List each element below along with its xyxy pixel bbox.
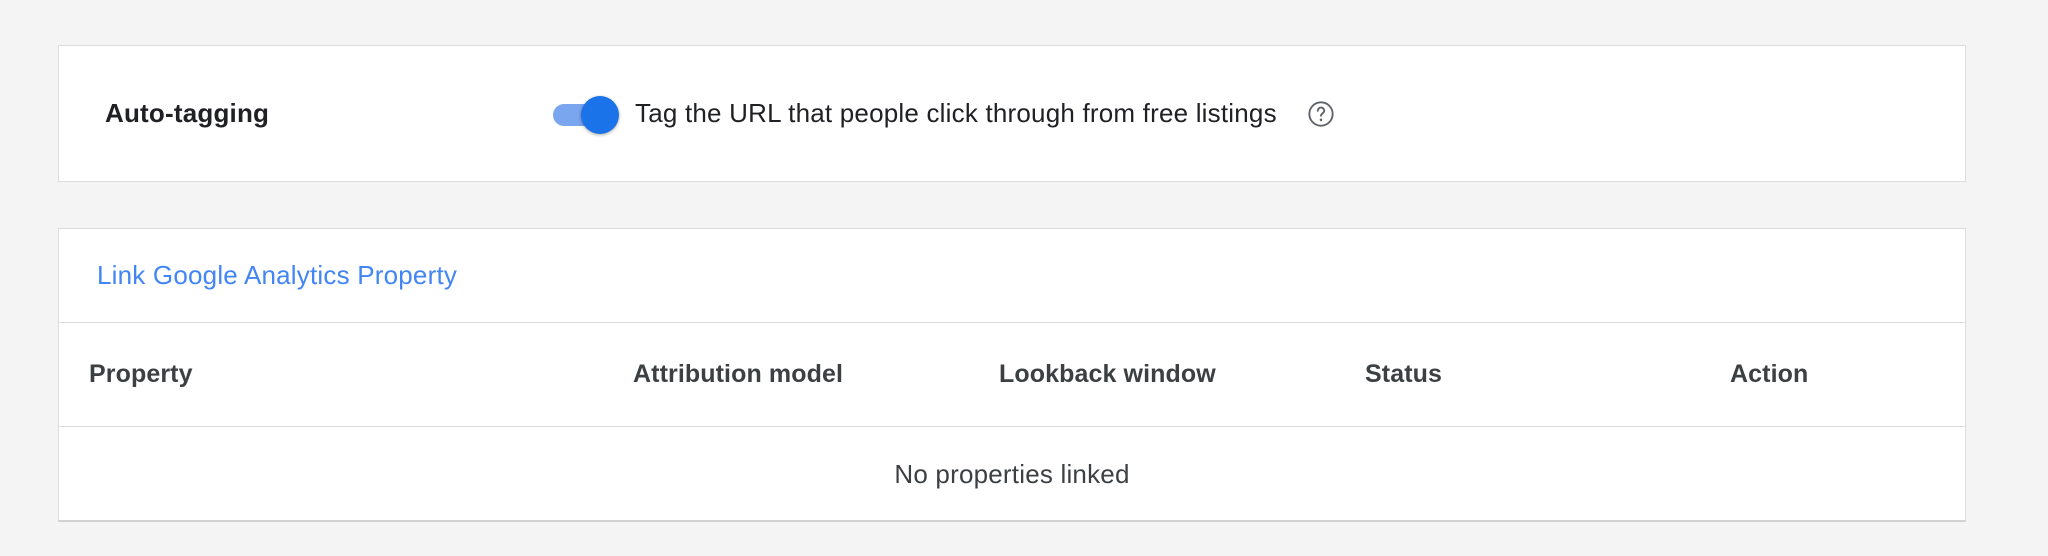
empty-table-message: No properties linked — [894, 458, 1130, 489]
toggle-thumb — [581, 96, 619, 134]
table-header-row: Property Attribution model Lookback wind… — [59, 323, 1965, 427]
analytics-card-header: Link Google Analytics Property — [59, 229, 1965, 323]
column-header-property: Property — [89, 360, 193, 388]
column-header-attribution-model: Attribution model — [633, 360, 844, 388]
auto-tagging-toggle[interactable] — [551, 96, 619, 134]
help-circle-icon[interactable] — [1307, 100, 1335, 128]
column-header-status: Status — [1365, 360, 1443, 388]
auto-tagging-title: Auto-tagging — [105, 98, 270, 128]
auto-tagging-description: Tag the URL that people click through fr… — [635, 98, 1277, 128]
link-analytics-property-link[interactable]: Link Google Analytics Property — [97, 229, 457, 322]
analytics-link-card: Link Google Analytics Property Property … — [58, 228, 1966, 522]
column-header-action: Action — [1730, 360, 1809, 388]
auto-tagging-card: Auto-tagging Tag the URL that people cli… — [58, 45, 1966, 182]
column-header-lookback-window: Lookback window — [999, 360, 1216, 388]
